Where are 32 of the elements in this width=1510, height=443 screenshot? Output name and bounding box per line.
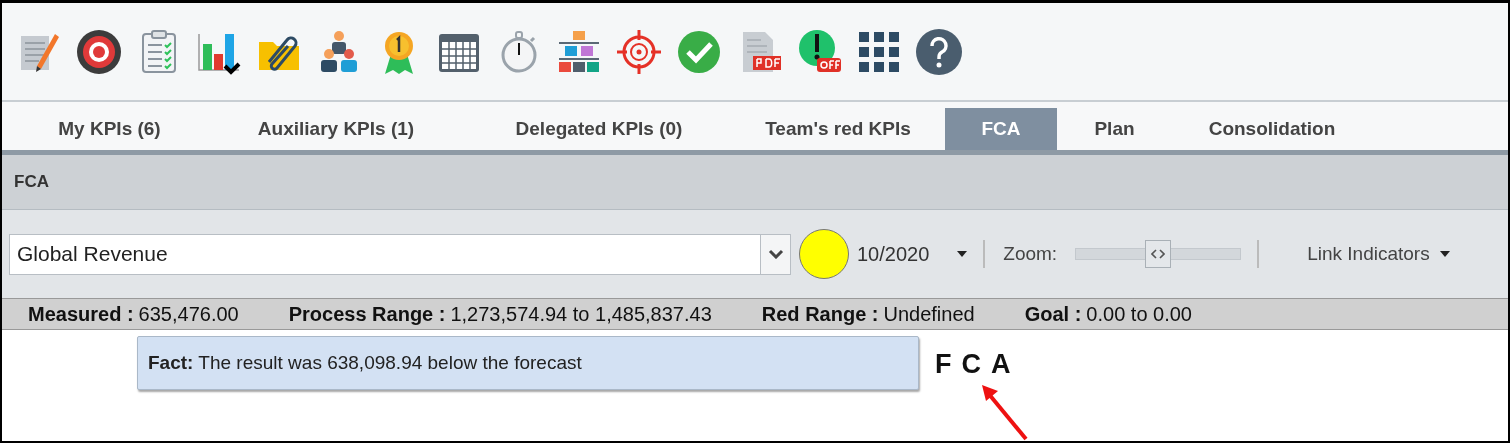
link-indicators-menu[interactable]: Link Indicators xyxy=(1307,239,1450,269)
arrows-left-right-icon xyxy=(1151,249,1166,259)
tab[interactable]: Plan xyxy=(1057,108,1172,150)
tab[interactable]: Delegated KPIs (0) xyxy=(467,108,731,150)
stat-label: Measured : xyxy=(28,302,134,327)
tab[interactable]: Auxiliary KPIs (1) xyxy=(205,108,467,150)
target-icon[interactable] xyxy=(75,27,123,76)
stat-label: Process Range : xyxy=(288,302,446,327)
stat-value: 635,476.00 xyxy=(138,302,239,327)
crosshair-icon[interactable] xyxy=(615,27,663,76)
period-dropdown[interactable]: 10/2020 xyxy=(857,239,976,269)
tab[interactable]: Team's red KPIs xyxy=(731,108,945,150)
slider-thumb[interactable] xyxy=(1145,240,1172,268)
panel-title: FCA xyxy=(14,171,49,194)
stat-value: Undefined xyxy=(883,302,975,327)
help-icon[interactable] xyxy=(915,27,963,76)
indicator-select[interactable]: Global Revenue xyxy=(9,233,791,275)
stat-value: 1,273,574.94 to 1,485,837.43 xyxy=(450,302,712,327)
stat-value: 0.00 to 0.00 xyxy=(1086,302,1192,327)
tab[interactable]: My KPIs (6) xyxy=(14,108,205,150)
chevron-down-icon xyxy=(767,249,784,259)
tab[interactable]: Consolidation xyxy=(1172,108,1372,150)
fact-note: Fact: The result was 638,098.94 below the forecast xyxy=(137,336,919,390)
zoom-slider[interactable] xyxy=(1075,240,1242,268)
stat-label: Goal : xyxy=(1024,302,1082,327)
caret-icon xyxy=(1439,251,1450,257)
fca-letter: C xyxy=(961,348,981,381)
caret-icon xyxy=(957,251,968,257)
stat-label: Red Range : xyxy=(761,302,879,327)
fca-letter: A xyxy=(991,348,1011,381)
fca-letter: F xyxy=(935,348,952,381)
zoom-label: Zoom: xyxy=(1003,241,1058,266)
